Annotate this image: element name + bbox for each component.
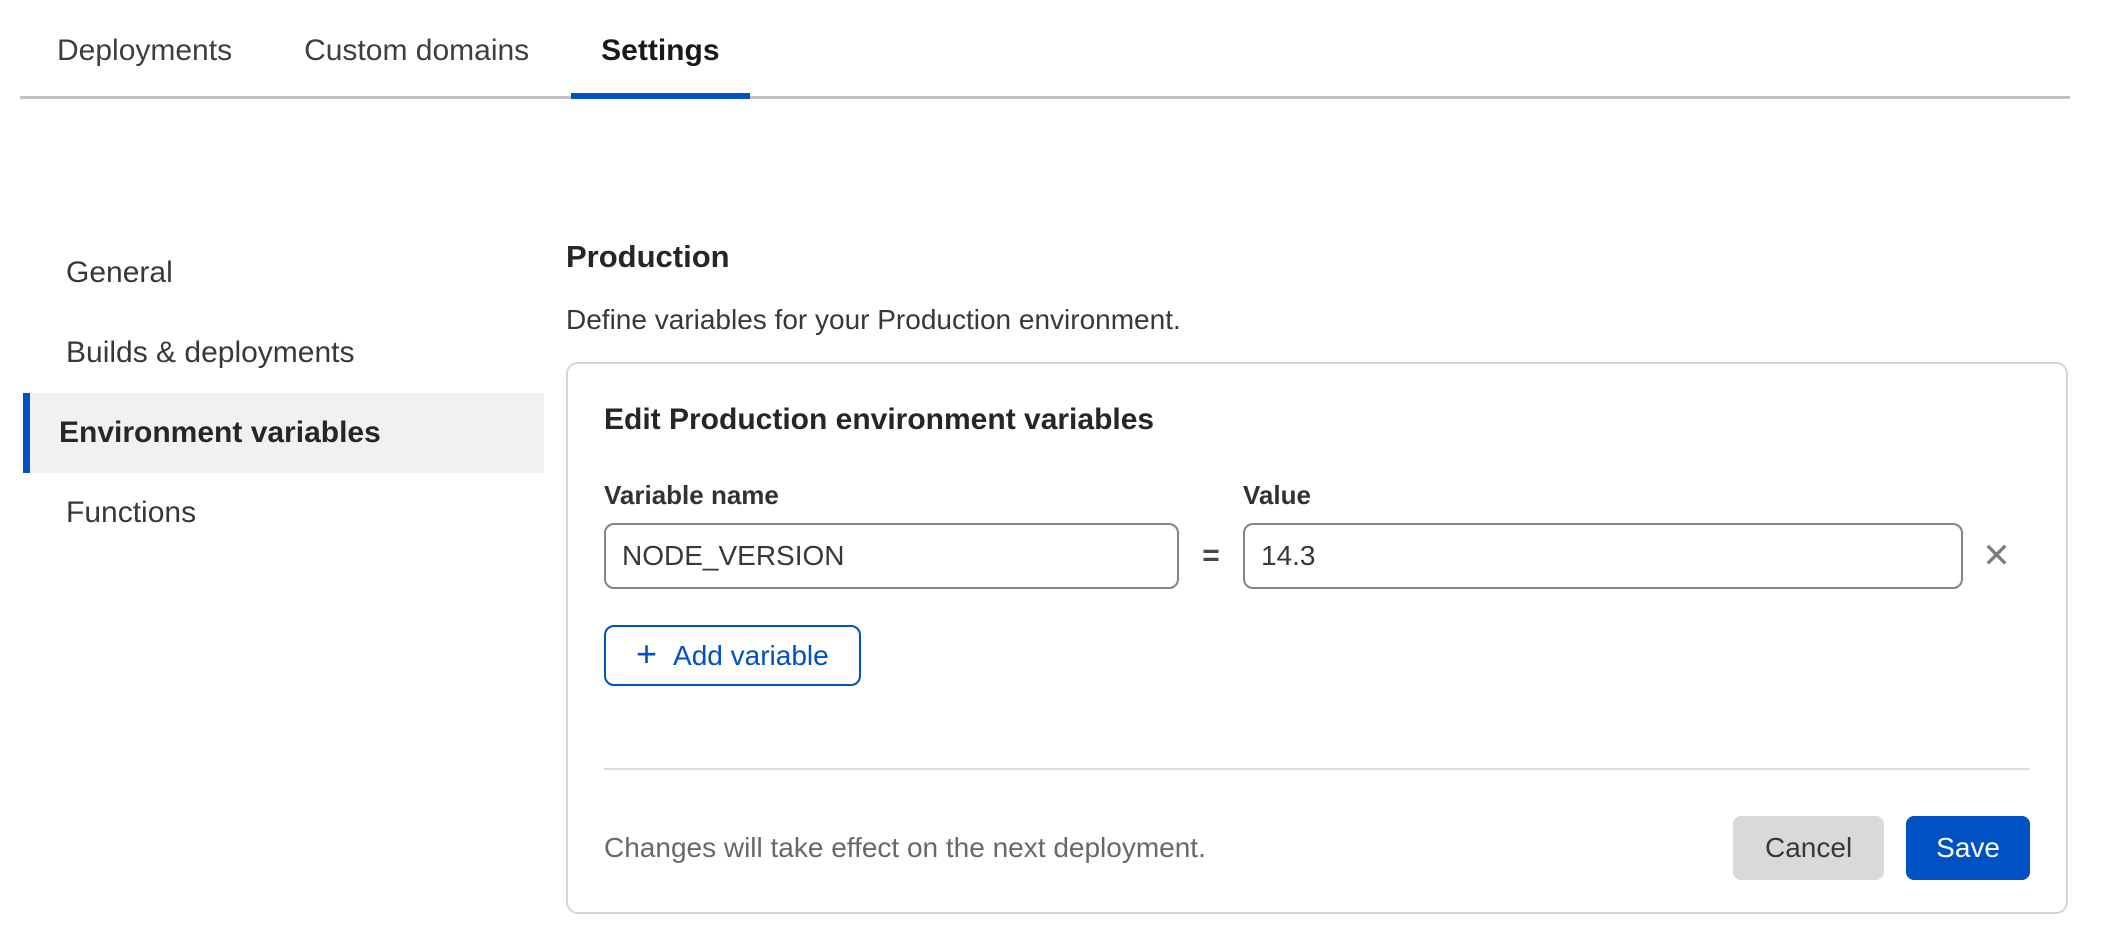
- variable-value-input[interactable]: [1243, 523, 1963, 589]
- sidebar-item-environment-variables[interactable]: Environment variables: [23, 393, 544, 473]
- add-variable-button[interactable]: + Add variable: [604, 625, 861, 686]
- settings-sidebar: General Builds & deployments Environment…: [23, 233, 544, 553]
- environment-variables-panel: Production Define variables for your Pro…: [566, 240, 2068, 914]
- save-button[interactable]: Save: [1906, 816, 2030, 880]
- variable-name-label: Variable name: [604, 480, 1179, 511]
- remove-variable-icon[interactable]: ✕: [1978, 535, 2015, 577]
- variable-name-field-group: Variable name: [604, 480, 1179, 589]
- edit-variables-card: Edit Production environment variables Va…: [566, 362, 2068, 914]
- sidebar-item-builds-deployments[interactable]: Builds & deployments: [23, 313, 544, 393]
- variable-row: Variable name = Value ✕: [604, 480, 2030, 589]
- page-description: Define variables for your Production env…: [566, 304, 2068, 336]
- deployment-note: Changes will take effect on the next dep…: [604, 832, 1206, 864]
- add-variable-label: Add variable: [673, 640, 829, 672]
- tab-deployments[interactable]: Deployments: [27, 0, 262, 96]
- page-title: Production: [566, 240, 2068, 274]
- project-tab-bar: Deployments Custom domains Settings: [20, 0, 2070, 99]
- remove-variable-cell: ✕: [1963, 523, 2030, 589]
- value-label: Value: [1243, 480, 1963, 511]
- variable-name-input[interactable]: [604, 523, 1179, 589]
- equals-sign: =: [1179, 523, 1243, 589]
- variable-value-field-group: Value: [1243, 480, 1963, 589]
- card-title: Edit Production environment variables: [604, 402, 2030, 438]
- tab-settings[interactable]: Settings: [571, 0, 749, 96]
- sidebar-item-general[interactable]: General: [23, 233, 544, 313]
- sidebar-item-functions[interactable]: Functions: [23, 473, 544, 553]
- footer-actions: Cancel Save: [1733, 816, 2030, 880]
- tab-custom-domains[interactable]: Custom domains: [274, 0, 559, 96]
- plus-icon: +: [636, 636, 657, 672]
- card-divider: [604, 768, 2030, 770]
- card-footer: Changes will take effect on the next dep…: [604, 816, 2030, 880]
- cancel-button[interactable]: Cancel: [1733, 816, 1884, 880]
